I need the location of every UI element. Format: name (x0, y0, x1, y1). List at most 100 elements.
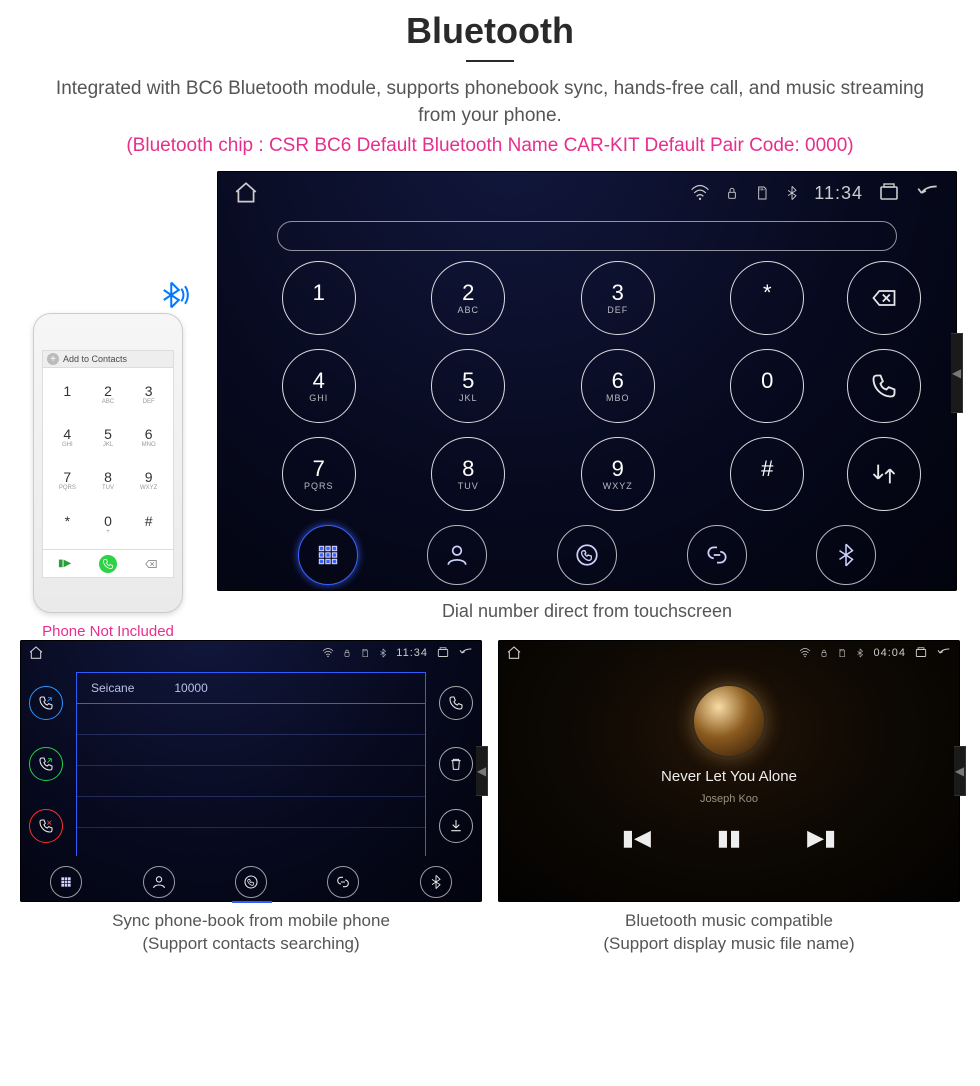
phone-key-0: 0+ (88, 502, 129, 545)
dial-key-3[interactable]: 3DEF (581, 261, 655, 335)
download-contacts-button[interactable] (439, 809, 473, 843)
sd-icon (360, 648, 370, 658)
sd-icon (754, 185, 770, 201)
home-icon[interactable] (233, 180, 259, 206)
phone-key-1: 1 (47, 372, 88, 415)
phone-key-5: 5JKL (88, 415, 129, 458)
music-caption: Bluetooth music compatible (Support disp… (498, 910, 960, 956)
status-time: 04:04 (873, 647, 906, 659)
incoming-call-button[interactable] (29, 747, 63, 781)
dial-key-1[interactable]: 1 (282, 261, 356, 335)
status-bar: 11:34 (217, 171, 957, 215)
dial-key-2[interactable]: 2ABC (431, 261, 505, 335)
phonebook-caption: Sync phone-book from mobile phone (Suppo… (20, 910, 482, 956)
dialer-nav (217, 511, 957, 597)
phone-screen: + Add to Contacts 1 2ABC3DEF4GHI5JKL6MNO… (42, 350, 174, 578)
outgoing-call-button[interactable] (29, 686, 63, 720)
dial-key-6[interactable]: 6MBO (581, 349, 655, 423)
contact-row-empty (77, 766, 425, 797)
dial-key-7[interactable]: 7PQRS (282, 437, 356, 511)
back-icon[interactable] (936, 645, 952, 661)
phone-add-contact-row: + Add to Contacts (43, 351, 173, 368)
edge-drawer-handle[interactable]: ◀ (954, 746, 966, 796)
missed-call-button[interactable] (29, 809, 63, 843)
phonebook-headunit: 11:34 Seicane 10000 (20, 640, 482, 902)
music-panel: 04:04 Never Let You Alone Joseph Koo ▮◀ … (498, 640, 960, 956)
wifi-icon (799, 647, 811, 659)
next-track-button[interactable]: ▶▮ (807, 825, 836, 851)
wifi-icon (690, 183, 710, 203)
recents-icon[interactable] (914, 646, 928, 660)
nav-call-log-button[interactable] (235, 866, 267, 898)
back-icon[interactable] (458, 645, 474, 661)
home-icon[interactable] (28, 645, 44, 661)
status-time: 11:34 (396, 647, 428, 659)
contact-list[interactable]: Seicane 10000 (76, 672, 426, 856)
lock-icon (724, 185, 740, 201)
edge-drawer-handle[interactable]: ◀ (476, 746, 488, 796)
edge-drawer-handle[interactable]: ◀ (951, 333, 963, 413)
back-icon[interactable] (915, 180, 941, 206)
action-column (847, 261, 921, 511)
sd-icon (837, 648, 847, 658)
nav-contacts-button[interactable] (427, 525, 487, 585)
number-display[interactable] (277, 221, 897, 251)
phone-bottom-bar: ▮▶ (43, 549, 173, 577)
phone-mockup: + Add to Contacts 1 2ABC3DEF4GHI5JKL6MNO… (33, 313, 183, 613)
dial-contact-button[interactable] (439, 686, 473, 720)
nav-keypad-button[interactable] (298, 525, 358, 585)
dial-key-#[interactable]: # (730, 437, 804, 511)
status-bar: 04:04 (498, 640, 960, 666)
subtitle: Integrated with BC6 Bluetooth module, su… (50, 76, 930, 129)
phone-column: + Add to Contacts 1 2ABC3DEF4GHI5JKL6MNO… (23, 313, 193, 640)
contact-name: Seicane (91, 681, 134, 695)
playback-controls: ▮◀ ▮▮ ▶▮ (622, 825, 836, 851)
contact-row-empty (77, 704, 425, 735)
dial-keypad: 1 2ABC 3DEF * 4GHI 5JKL 6MBO 0 7PQRS 8TUV 9WXYZ… (253, 261, 833, 511)
album-art (690, 682, 768, 760)
nav-contacts-button[interactable] (143, 866, 175, 898)
swap-button[interactable] (847, 437, 921, 511)
nav-call-log-button[interactable] (557, 525, 617, 585)
phone-key-4: 4GHI (47, 415, 88, 458)
home-icon[interactable] (506, 645, 522, 661)
call-button[interactable] (847, 349, 921, 423)
phone-key-*: * (47, 502, 88, 545)
backspace-icon (142, 555, 160, 573)
recents-icon[interactable] (436, 646, 450, 660)
lock-icon (819, 648, 829, 658)
prev-track-button[interactable]: ▮◀ (622, 825, 651, 851)
nav-pair-button[interactable] (327, 866, 359, 898)
dial-key-9[interactable]: 9WXYZ (581, 437, 655, 511)
nav-pair-button[interactable] (687, 525, 747, 585)
dialer-caption: Dial number direct from touchscreen (217, 601, 957, 622)
recents-icon[interactable] (877, 181, 901, 205)
dial-key-0[interactable]: 0 (730, 349, 804, 423)
music-caption-line1: Bluetooth music compatible (498, 910, 960, 933)
track-artist: Joseph Koo (700, 793, 758, 805)
add-contact-label: Add to Contacts (63, 354, 127, 364)
dial-key-*[interactable]: * (730, 261, 804, 335)
backspace-button[interactable] (847, 261, 921, 335)
header: Bluetooth Integrated with BC6 Bluetooth … (0, 10, 980, 157)
call-button-icon (99, 555, 117, 573)
dialer-panel: 11:34 1 2ABC 3DEF * 4GHI 5JKL 6MBO 0 7PQRS 8TU… (217, 171, 957, 640)
play-pause-button[interactable]: ▮▮ (717, 825, 741, 851)
dial-key-4[interactable]: 4GHI (282, 349, 356, 423)
dial-key-5[interactable]: 5JKL (431, 349, 505, 423)
phonebook-right-actions (430, 666, 482, 862)
plus-icon: + (47, 353, 59, 365)
phonebook-caption-line2: (Support contacts searching) (20, 933, 482, 956)
bluetooth-specs: (Bluetooth chip : CSR BC6 Default Blueto… (0, 135, 980, 157)
delete-contact-button[interactable] (439, 747, 473, 781)
contact-row-empty (77, 735, 425, 766)
contact-row[interactable]: Seicane 10000 (77, 673, 425, 704)
phone-key-2: 2ABC (88, 372, 129, 415)
phone-key-7: 7PQRS (47, 459, 88, 502)
phonebook-nav (20, 862, 482, 902)
nav-bluetooth-button[interactable] (420, 866, 452, 898)
nav-bluetooth-button[interactable] (816, 525, 876, 585)
dial-key-8[interactable]: 8TUV (431, 437, 505, 511)
nav-keypad-button[interactable] (50, 866, 82, 898)
phonebook-left-actions (20, 666, 72, 862)
